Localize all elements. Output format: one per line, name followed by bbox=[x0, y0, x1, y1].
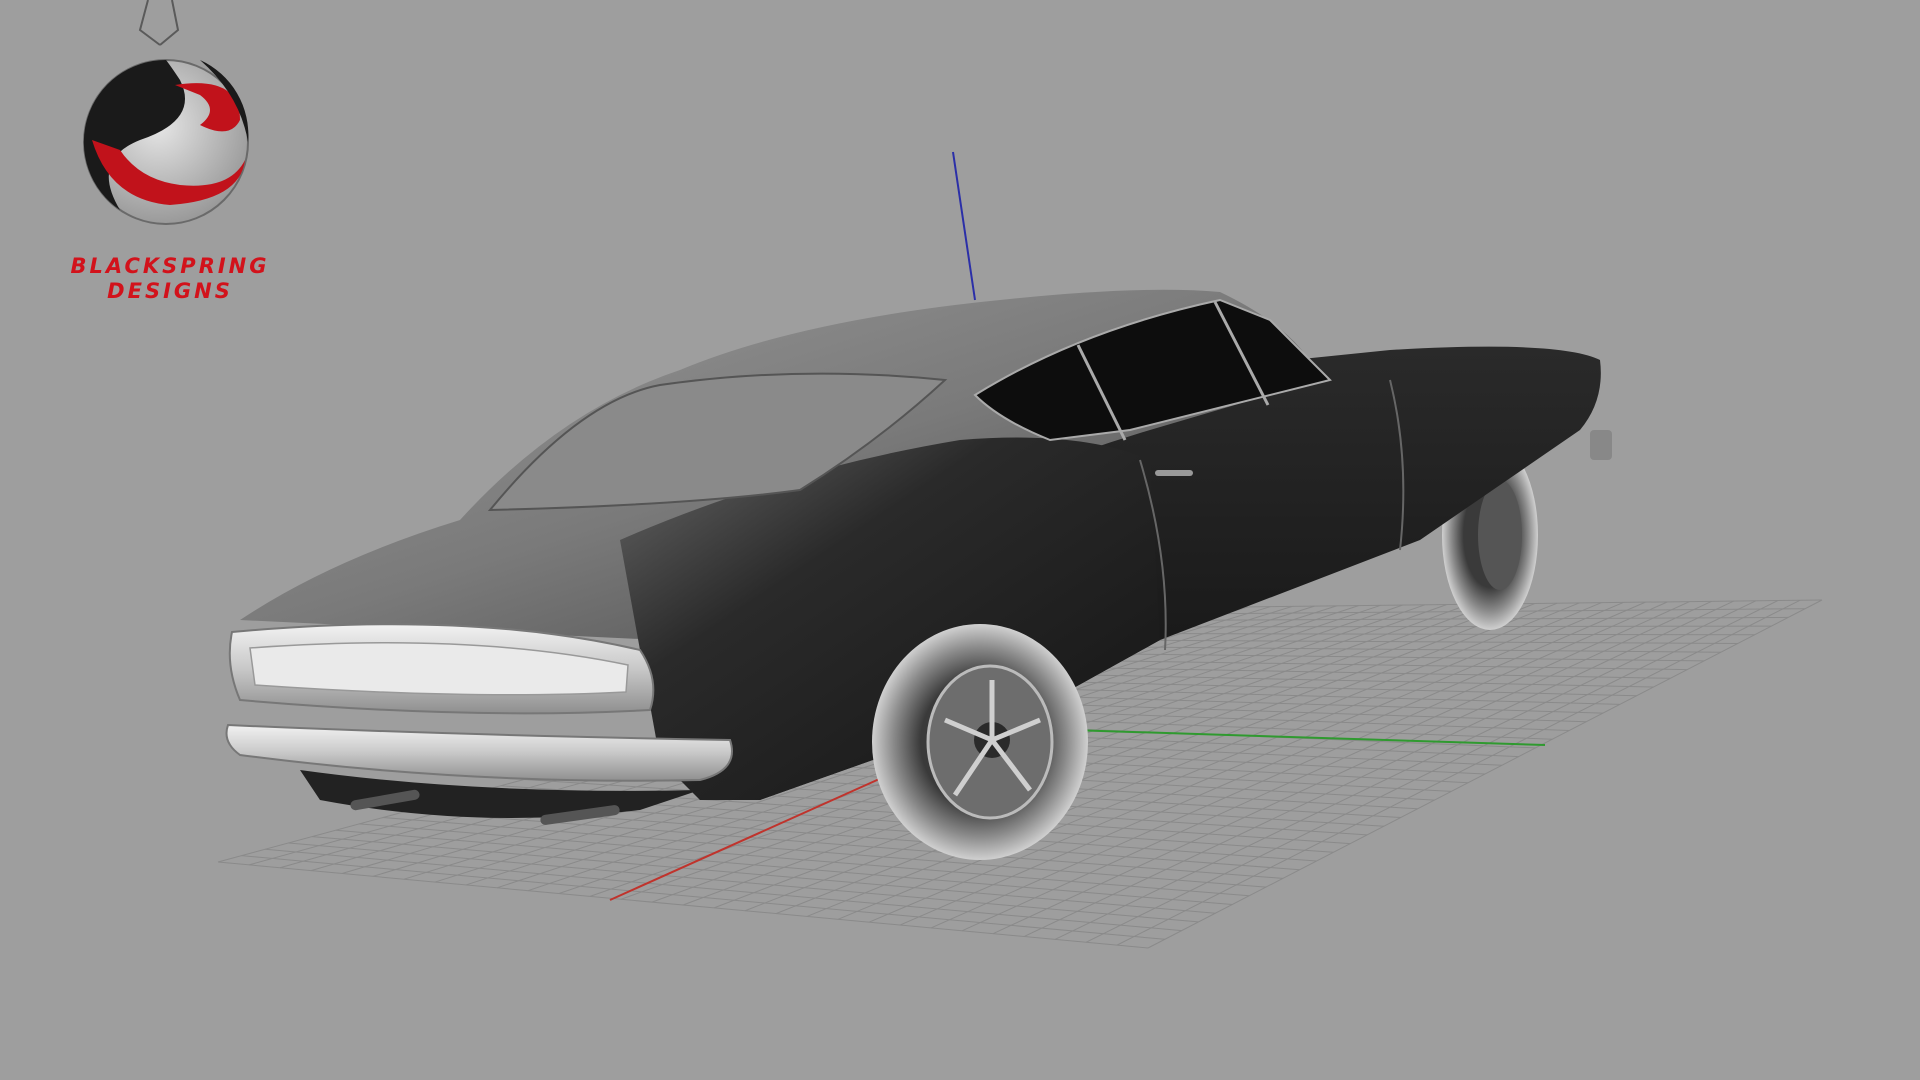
grid-line bbox=[1054, 600, 1757, 940]
car-model[interactable] bbox=[225, 289, 1613, 860]
brand-name-line1: BLACKSPRING bbox=[70, 254, 270, 278]
3d-viewport[interactable]: BLACKSPRING DESIGNS bbox=[0, 0, 1920, 1080]
door-handle bbox=[1155, 470, 1193, 476]
brand-name-line2: DESIGNS bbox=[107, 279, 233, 303]
grid-line bbox=[1085, 600, 1779, 943]
front-bumper bbox=[1590, 430, 1612, 460]
wheel-rear-left bbox=[872, 624, 1088, 860]
z-axis-line bbox=[952, 151, 976, 301]
brand-logo-text: BLACKSPRING DESIGNS bbox=[50, 0, 290, 310]
